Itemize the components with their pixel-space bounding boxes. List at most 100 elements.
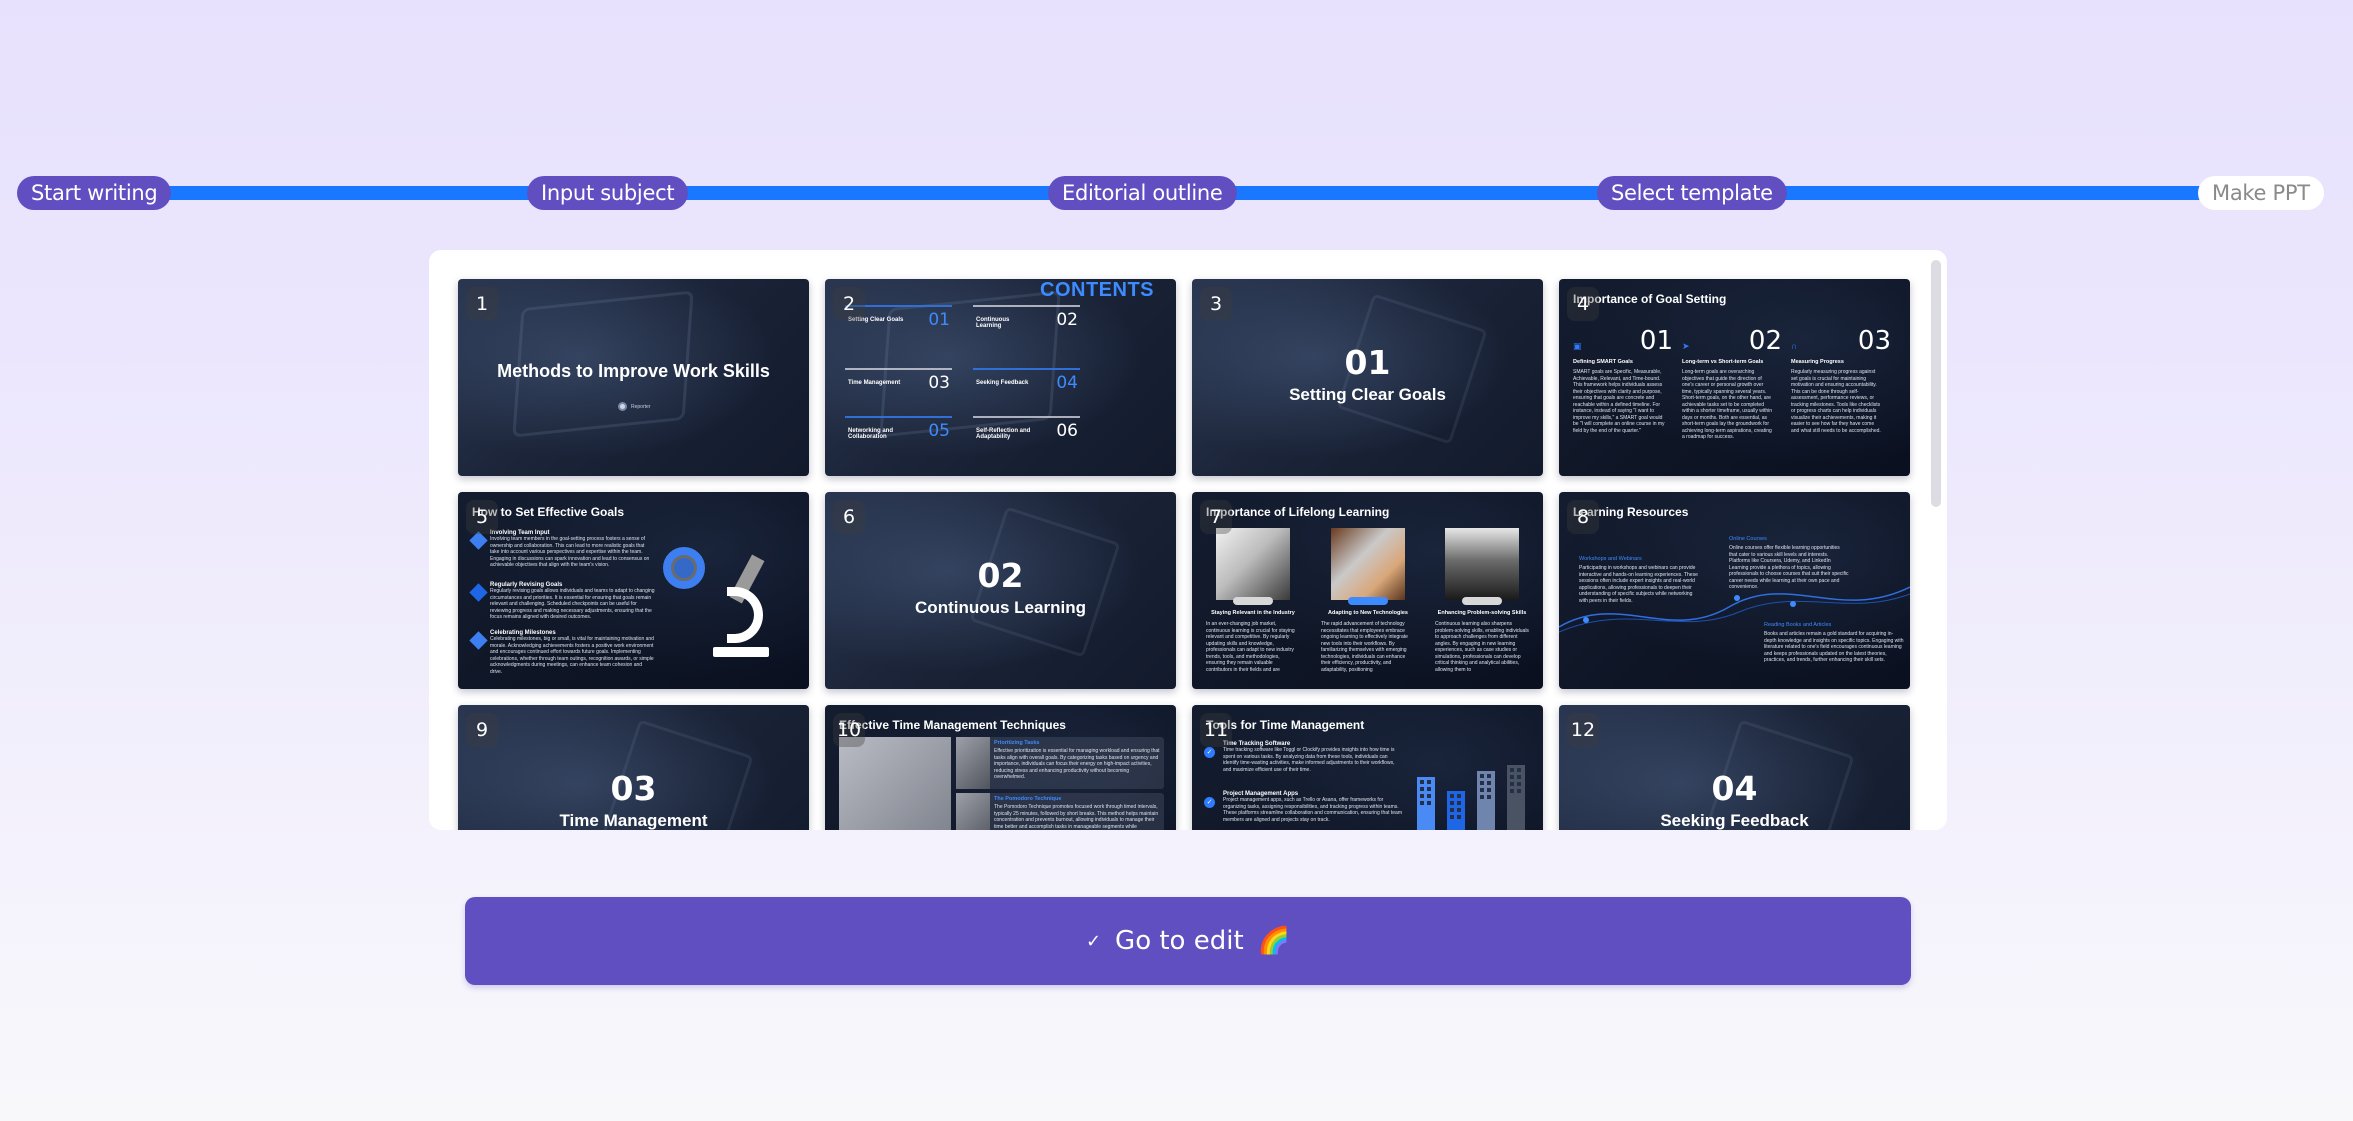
slide-number: 10 — [833, 713, 865, 747]
tool-body: Time tracking software like Toggl or Clo… — [1223, 747, 1395, 773]
contents-item: Networking and Collaboration 05 — [845, 416, 952, 446]
slide-thumbnail[interactable]: 12 04 Seeking Feedback — [1559, 705, 1910, 830]
column-body: In an ever-changing job market, continuo… — [1206, 621, 1295, 673]
slide-number: 2 — [833, 287, 865, 321]
diamond-badge-icon — [469, 531, 488, 550]
scrollbar-thumb[interactable] — [1931, 260, 1941, 507]
contents-item-number: 06 — [1056, 421, 1078, 441]
resource-block: Reading Books and Articles Books and art… — [1764, 622, 1904, 664]
typing-photo — [1331, 528, 1405, 600]
resource-body: Books and articles remain a gold standar… — [1764, 631, 1904, 663]
column-pill — [1462, 597, 1502, 605]
clipboard-icon: ▣ — [1573, 341, 1582, 351]
writing-photo — [839, 737, 951, 830]
slide-thumbnail[interactable]: 11 Tools for Time Management ✓ Time Trac… — [1192, 705, 1543, 830]
column-body: The rapid advancement of technology nece… — [1321, 621, 1408, 673]
laptop-photo — [1216, 528, 1290, 600]
step-body: Celebrating milestones, big or small, is… — [490, 636, 654, 675]
check-circle-icon: ✓ — [1204, 747, 1215, 758]
contents-item-number: 04 — [1056, 373, 1078, 393]
slide-number: 12 — [1567, 713, 1599, 747]
slide-number: 5 — [466, 500, 498, 534]
contents-item-number: 02 — [1056, 310, 1078, 330]
column-pill — [1233, 597, 1273, 605]
slide-thumbnail[interactable]: 10 Effective Time Management Techniques … — [825, 705, 1176, 830]
column-number: 03 — [1857, 326, 1891, 356]
card-thumbnail — [956, 737, 990, 789]
contents-item-label: Time Management — [848, 380, 901, 386]
technique-card: The Pomodoro Technique The Pomodoro Tech… — [956, 793, 1164, 830]
step-start-writing[interactable]: Start writing — [17, 176, 172, 210]
microscope-illustration — [663, 547, 769, 657]
slide-number: 1 — [466, 287, 498, 321]
column-body: SMART goals are Specific, Measurable, Ac… — [1573, 369, 1665, 434]
contents-item-number: 05 — [928, 421, 950, 441]
card-body: The Pomodoro Technique promotes focused … — [994, 804, 1159, 830]
check-circle-icon: ✓ — [1204, 797, 1215, 808]
section-title: Time Management — [559, 811, 708, 830]
go-to-edit-button[interactable]: ✓ Go to edit 🌈 — [465, 897, 1911, 985]
go-to-edit-label: Go to edit — [1115, 926, 1244, 956]
contents-item-number: 03 — [928, 373, 950, 393]
slide-thumbnail[interactable]: 7 Importance of Lifelong Learning Stayin… — [1192, 492, 1543, 689]
column-body: Long-term goals are overarching objectiv… — [1682, 369, 1773, 440]
column-heading: Measuring Progress — [1791, 359, 1844, 365]
slide-thumbnail[interactable]: 8 Learning Resources Workshops and Webin… — [1559, 492, 1910, 689]
resource-heading: Workshops and Webinars — [1579, 556, 1642, 562]
step-make-ppt[interactable]: Make PPT — [2198, 176, 2324, 210]
contents-item-number: 01 — [928, 310, 950, 330]
slide-title: Importance of Lifelong Learning — [1206, 505, 1390, 519]
section-number: 01 — [1344, 343, 1391, 382]
column-heading: Enhancing Problem-solving Skills — [1437, 610, 1527, 616]
slide-preview-panel: 1 Methods to Improve Work Skills Reporte… — [429, 250, 1947, 830]
resource-body: Online courses offer flexible learning o… — [1729, 545, 1849, 590]
slide-number: 11 — [1200, 713, 1232, 747]
contents-item: Seeking Feedback 04 — [973, 368, 1080, 398]
slide-number: 9 — [466, 713, 498, 747]
column-number: 02 — [1748, 326, 1782, 356]
buildings-illustration — [1417, 765, 1537, 830]
step-editorial-outline[interactable]: Editorial outline — [1048, 176, 1237, 210]
step-body: Regularly revising goals allows individu… — [490, 588, 655, 620]
tool-body: Project management apps, such as Trello … — [1223, 797, 1402, 823]
learning-column: Adapting to New Technologies The rapid a… — [1319, 528, 1417, 673]
slide-thumbnail[interactable]: 1 Methods to Improve Work Skills Reporte… — [458, 279, 809, 476]
step-select-template[interactable]: Select template — [1597, 176, 1787, 210]
resource-block: Workshops and Webinars Participating in … — [1579, 556, 1699, 604]
slide-thumbnail[interactable]: 3 01 Setting Clear Goals — [1192, 279, 1543, 476]
column-heading: Defining SMART Goals — [1573, 359, 1633, 365]
card-body: Effective prioritization is essential fo… — [994, 748, 1160, 780]
slide-thumbnail[interactable]: 5 How to Set Effective Goals Involving T… — [458, 492, 809, 689]
technique-card: Prioritizing Tasks Effective prioritizat… — [956, 737, 1164, 789]
learning-column: Enhancing Problem-solving Skills Continu… — [1433, 528, 1531, 673]
diamond-badge-icon — [469, 631, 488, 650]
column-pill — [1348, 597, 1388, 605]
resource-heading: Reading Books and Articles — [1764, 622, 1832, 628]
rainbow-icon: 🌈 — [1257, 926, 1291, 956]
contents-item: Continuous Learning 02 — [973, 305, 1080, 335]
resource-block: Online Courses Online courses offer flex… — [1729, 536, 1849, 591]
slide-number: 3 — [1200, 287, 1232, 321]
card-thumbnail — [956, 793, 990, 830]
column-body: Regularly measuring progress against set… — [1791, 369, 1881, 434]
slide-number: 8 — [1567, 500, 1599, 534]
avatar-icon — [618, 402, 627, 411]
diamond-badge-icon — [469, 583, 488, 602]
contents-item-label: Seeking Feedback — [976, 380, 1029, 386]
slide-title: Effective Time Management Techniques — [839, 718, 1066, 732]
slide-title: Methods to Improve Work Skills — [497, 361, 770, 381]
card-heading: The Pomodoro Technique — [994, 796, 1062, 802]
contents-item: Self-Reflection and Adaptability 06 — [973, 416, 1080, 446]
slide-thumbnail[interactable]: 6 02 Continuous Learning — [825, 492, 1176, 689]
resource-body: Participating in workshops and webinars … — [1579, 565, 1698, 604]
slide-thumbnail[interactable]: 2 CONTENTS Setting Clear Goals 01 Contin… — [825, 279, 1176, 476]
paper-plane-icon: ➤ — [1682, 341, 1690, 351]
slide-thumbnail[interactable]: 4 Importance of Goal Setting ▣ 01 Defini… — [1559, 279, 1910, 476]
resource-heading: Online Courses — [1729, 536, 1767, 542]
card-heading: Prioritizing Tasks — [994, 740, 1040, 746]
column-body: Continuous learning also sharpens proble… — [1435, 621, 1529, 673]
step-input-subject[interactable]: Input subject — [527, 176, 689, 210]
slide-number: 6 — [833, 500, 865, 534]
section-title: Setting Clear Goals — [1289, 385, 1446, 404]
slide-thumbnail[interactable]: 9 03 Time Management — [458, 705, 809, 830]
